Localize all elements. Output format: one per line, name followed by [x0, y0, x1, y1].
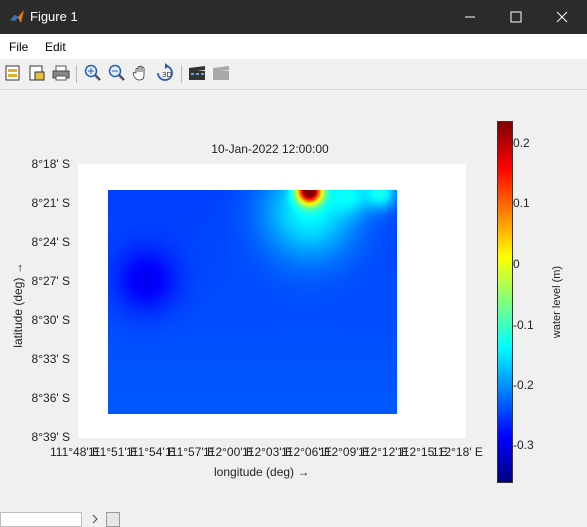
- minimize-icon: [465, 16, 475, 18]
- colorbar-tick-label: 0.1: [513, 196, 530, 210]
- svg-text:3D: 3D: [162, 71, 172, 79]
- y-tick-label: 8°39' S: [31, 430, 70, 444]
- y-axis-title: latitude (deg) →: [11, 262, 25, 348]
- window-title-bar: Figure 1: [0, 0, 587, 34]
- rotate-icon[interactable]: 3D: [155, 63, 175, 83]
- open-file-icon[interactable]: [27, 63, 47, 83]
- colorbar-tick-label: 0: [513, 257, 520, 271]
- y-tick-label: 8°36' S: [31, 391, 70, 405]
- pan-icon[interactable]: [131, 63, 151, 83]
- chart-title: 10-Jan-2022 12:00:00: [211, 142, 329, 156]
- toolbar-separator: [76, 65, 77, 83]
- movie-icon[interactable]: [187, 63, 207, 83]
- colorbar-tick-label: -0.1: [513, 318, 534, 332]
- colorbar-tick-label: -0.2: [513, 378, 534, 392]
- close-icon: [556, 11, 568, 23]
- menu-bar: File Edit: [0, 34, 587, 59]
- print-icon[interactable]: [51, 63, 71, 83]
- slider-handle[interactable]: [106, 512, 120, 527]
- maximize-button[interactable]: [493, 0, 539, 34]
- figure-toolbar: 3D: [0, 59, 587, 90]
- disabled-movie-icon: [213, 66, 229, 80]
- toolbar-separator: [181, 65, 182, 83]
- y-tick-label: 8°18' S: [31, 157, 70, 171]
- horizontal-scrollbar[interactable]: [0, 512, 82, 527]
- colorbar-tick-label: -0.3: [513, 438, 534, 452]
- matlab-icon: [10, 10, 24, 23]
- menu-edit[interactable]: Edit: [45, 40, 66, 54]
- water-level-heatmap[interactable]: [108, 190, 397, 414]
- zoom-out-icon[interactable]: [107, 63, 127, 83]
- new-figure-icon[interactable]: [3, 63, 23, 83]
- menu-file[interactable]: File: [9, 40, 28, 54]
- maximize-icon: [510, 11, 522, 23]
- chevron-right-icon[interactable]: [90, 514, 100, 524]
- close-button[interactable]: [539, 0, 585, 34]
- minimize-button[interactable]: [447, 0, 493, 34]
- x-axis-title: longitude (deg) →: [214, 465, 310, 479]
- zoom-in-icon[interactable]: [83, 63, 103, 83]
- x-tick-label: 112°18' E: [432, 445, 483, 459]
- colorbar[interactable]: [497, 121, 513, 483]
- window-title: Figure 1: [30, 9, 78, 24]
- colorbar-title: water level (m): [551, 265, 563, 339]
- y-tick-label: 8°21' S: [31, 196, 70, 210]
- colorbar-tick-label: 0.2: [513, 136, 530, 150]
